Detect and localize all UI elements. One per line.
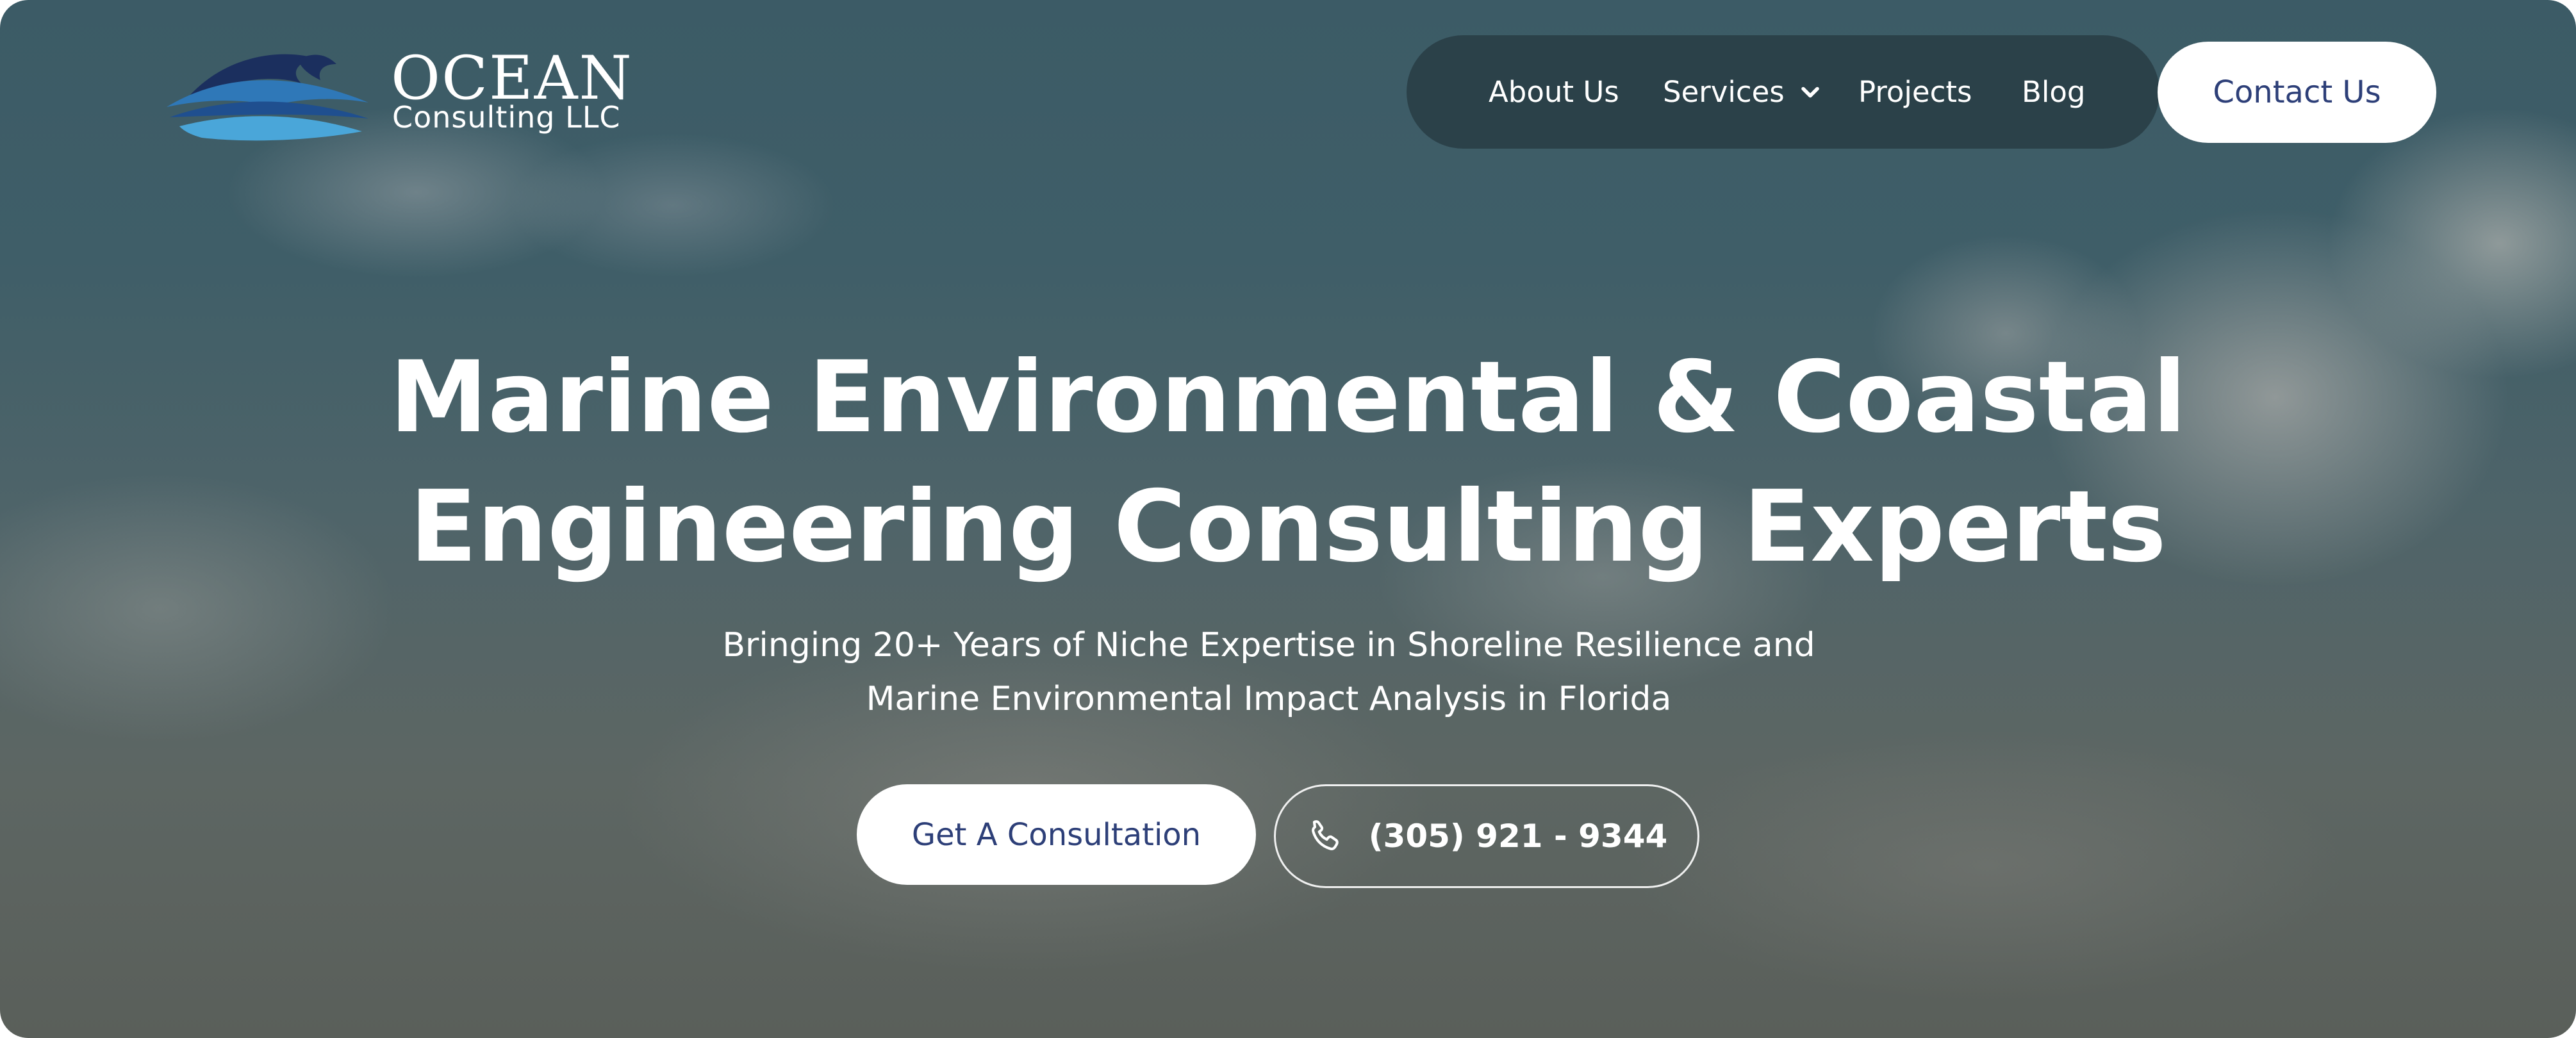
contact-us-button[interactable]: Contact Us	[2158, 42, 2436, 143]
phone-icon	[1311, 820, 1339, 850]
brand-tagline: Consulting LLC	[392, 100, 621, 135]
logo[interactable]: OCEAN Consulting LLC	[163, 35, 632, 151]
get-consultation-button[interactable]: Get A Consultation	[857, 784, 1256, 885]
hero-section: OCEAN Consulting LLC About Us Services P…	[0, 0, 2576, 1038]
nav-item-label: Services	[1663, 75, 1785, 109]
phone-number: (305) 921 - 9344	[1368, 818, 1668, 855]
subhead-line-2: Marine Environmental Impact Analysis in …	[866, 680, 1672, 718]
nav-item-services[interactable]: Services	[1663, 35, 1824, 149]
nav-item-projects[interactable]: Projects	[1858, 35, 1972, 149]
chevron-down-icon	[1801, 86, 1819, 97]
nav-item-about-us[interactable]: About Us	[1489, 35, 1619, 149]
hero-subheading: Bringing 20+ Years of Niche Expertise in…	[577, 618, 1961, 726]
nav-item-label: About Us	[1489, 75, 1619, 109]
main-nav: About Us Services Projects Blog	[1407, 35, 2159, 149]
headline-line-2: Engineering Consulting Experts	[409, 470, 2167, 584]
wave-logo-icon	[167, 54, 368, 141]
nav-item-blog[interactable]: Blog	[2022, 35, 2085, 149]
nav-item-label: Blog	[2022, 75, 2086, 109]
phone-call-button[interactable]: (305) 921 - 9344	[1274, 784, 1699, 888]
subhead-line-1: Bringing 20+ Years of Niche Expertise in…	[722, 626, 1815, 664]
hero-headline: Marine Environmental & Coastal Engineeri…	[256, 333, 2320, 592]
headline-line-1: Marine Environmental & Coastal	[389, 340, 2187, 455]
nav-item-label: Projects	[1858, 75, 1972, 109]
